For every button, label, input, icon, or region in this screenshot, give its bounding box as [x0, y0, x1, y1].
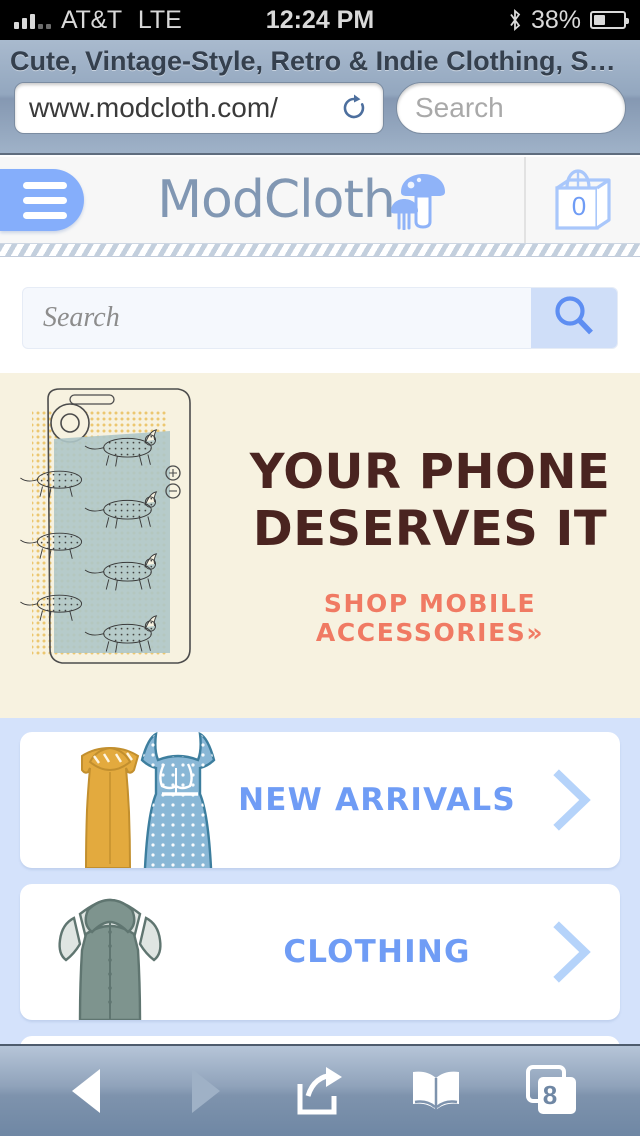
hamburger-bar [23, 181, 67, 189]
shopping-bag-icon: 0 [547, 164, 619, 236]
two-dresses-illustration [20, 732, 230, 868]
ios-status-bar: AT&T LTE 12:24 PM 38% [0, 0, 640, 40]
chevron-right-icon[interactable] [524, 921, 620, 983]
mobile-safari-screen: AT&T LTE 12:24 PM 38% Cute, Vintage-Styl… [0, 0, 640, 1136]
page-title: Cute, Vintage-Style, Retro & Indie Cloth… [10, 46, 640, 76]
striped-divider [0, 243, 640, 257]
url-text: www.modcloth.com/ [29, 92, 278, 123]
forward-button[interactable] [159, 1058, 249, 1124]
mushroom-icon [389, 166, 451, 235]
safari-bottom-toolbar: 8 [0, 1044, 640, 1136]
site-search-area: Search [0, 257, 640, 373]
site-search-bar: Search [22, 287, 618, 349]
cart-count-badge: 0 [571, 190, 587, 221]
hero-copy: YOUR PHONE DESERVES IT SHOP MOBILE ACCES… [220, 373, 640, 718]
cart-button[interactable]: 0 [524, 157, 640, 243]
site-header: ModCloth 0 [0, 157, 640, 243]
reload-icon[interactable] [339, 93, 369, 123]
battery-icon [590, 11, 629, 29]
hero-banner[interactable]: YOUR PHONE DESERVES IT SHOP MOBILE ACCES… [0, 373, 640, 718]
bookmarks-button[interactable] [391, 1058, 481, 1124]
browser-search-placeholder: Search [415, 92, 504, 123]
site-logo[interactable]: ModCloth [84, 166, 524, 235]
hamburger-bar [23, 211, 67, 219]
category-card-clothing[interactable]: CLOTHING [20, 884, 620, 1020]
url-row: www.modcloth.com/ Search [0, 82, 640, 134]
tabs-button[interactable]: 8 [507, 1058, 597, 1124]
category-label: NEW ARRIVALS [238, 782, 516, 818]
category-label: CLOTHING [283, 934, 471, 970]
logo-wordmark: ModCloth [157, 170, 396, 230]
bluetooth-icon [508, 9, 522, 31]
share-button[interactable] [275, 1058, 365, 1124]
safari-top-chrome: Cute, Vintage-Style, Retro & Indie Cloth… [0, 40, 640, 155]
hero-headline: YOUR PHONE DESERVES IT [250, 444, 611, 557]
phone-case-cheetah-illustration [18, 381, 218, 681]
hamburger-bar [23, 196, 67, 204]
category-card-new-arrivals[interactable]: NEW ARRIVALS [20, 732, 620, 868]
chevron-right-icon[interactable] [524, 769, 620, 831]
battery-percent-label: 38% [530, 5, 581, 34]
hero-headline-line2: DESERVES IT [252, 500, 608, 557]
back-button[interactable] [43, 1058, 133, 1124]
hero-cta-link[interactable]: SHOP MOBILE ACCESSORIES» [220, 589, 640, 647]
tab-count-label: 8 [542, 1079, 558, 1110]
hamburger-menu-button[interactable] [0, 169, 84, 231]
site-search-input[interactable]: Search [23, 288, 531, 348]
browser-search-field[interactable]: Search [396, 82, 626, 134]
sage-blouse-illustration [20, 884, 230, 1020]
category-list: NEW ARRIVALS CLOTHING [0, 718, 640, 1058]
address-bar[interactable]: www.modcloth.com/ [14, 82, 384, 134]
site-search-button[interactable] [531, 288, 617, 348]
tabs-icon: 8 [524, 1065, 580, 1117]
search-icon [551, 293, 597, 344]
status-bar-right: 38% [508, 5, 629, 35]
hero-headline-line1: YOUR PHONE [249, 443, 611, 500]
